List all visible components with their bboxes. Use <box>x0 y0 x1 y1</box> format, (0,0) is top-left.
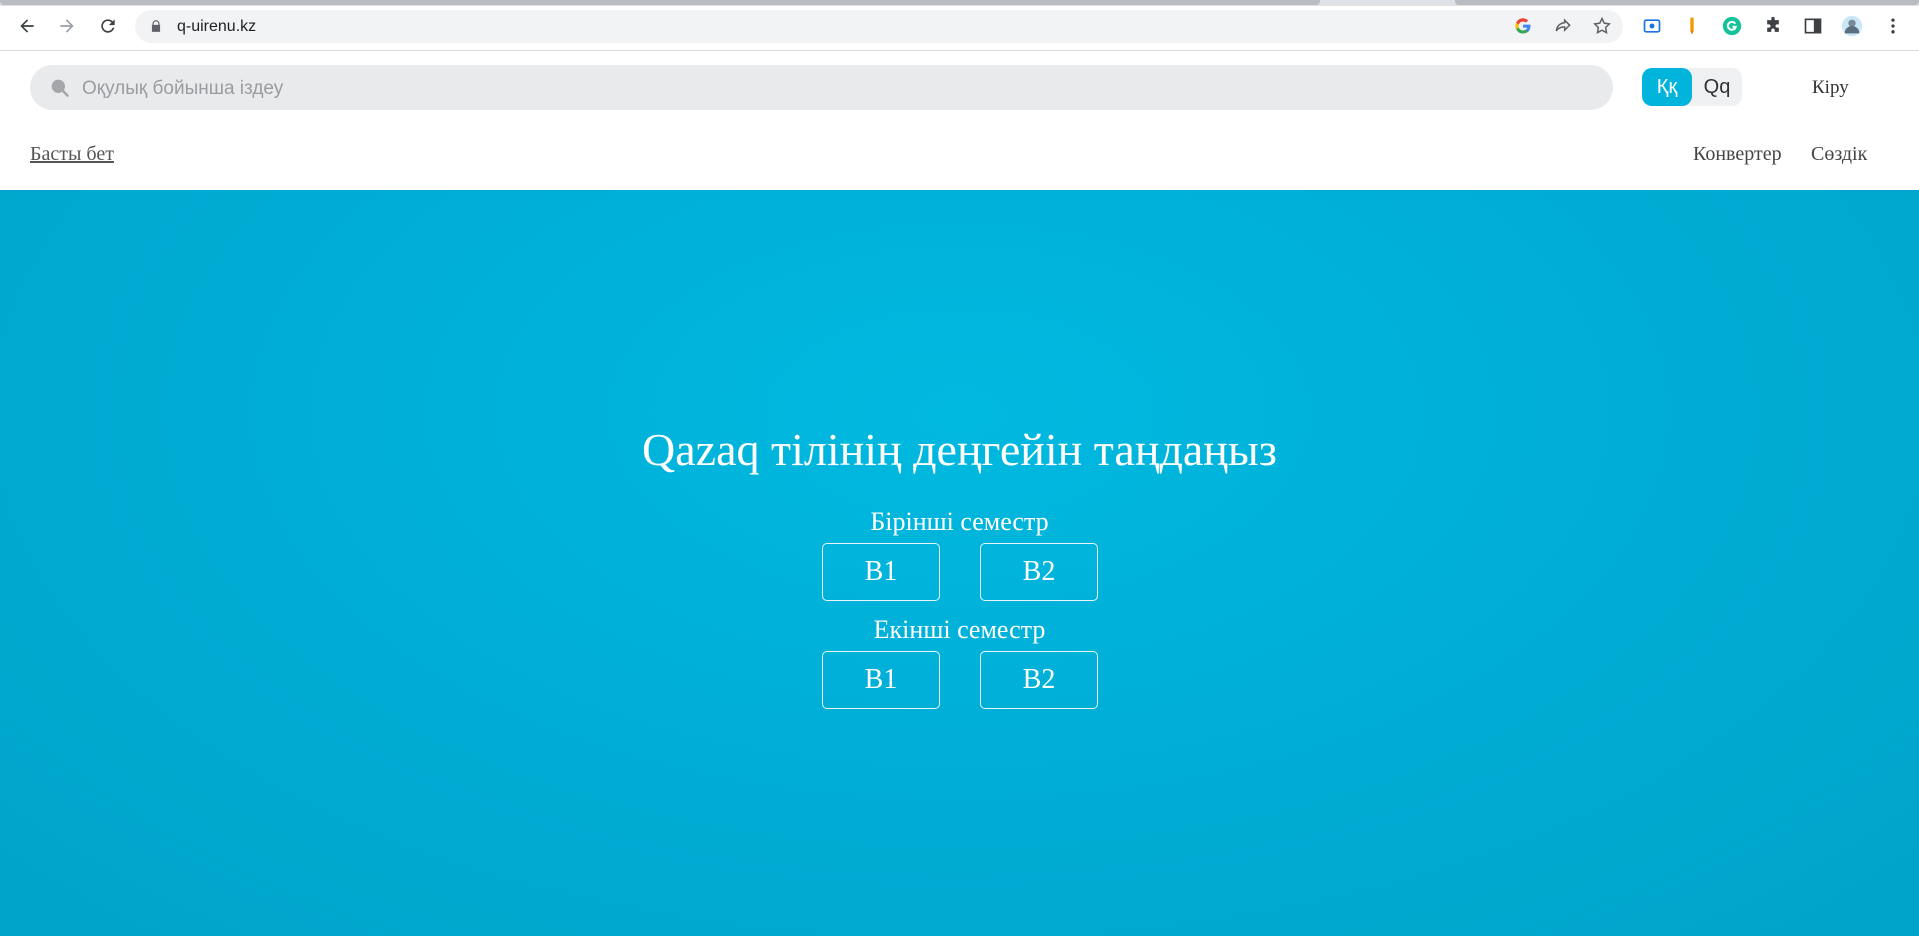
home-link[interactable]: Басты бет <box>30 143 114 166</box>
level-selection-hero: Qazaq тілінің деңгейін таңдаңыз Бірінші … <box>0 190 1919 936</box>
profile-avatar-icon[interactable] <box>1841 15 1863 37</box>
dictionary-link[interactable]: Сөздік <box>1811 143 1867 166</box>
tab-strip <box>0 0 1919 6</box>
reload-icon[interactable] <box>94 12 122 40</box>
site-header: Ққ Qq Кіру Басты бет Конвертер Сөздік <box>0 51 1919 190</box>
back-icon[interactable] <box>13 12 41 40</box>
second-semester-b2-button[interactable]: B2 <box>980 651 1098 709</box>
second-semester-b1-button[interactable]: B1 <box>822 651 940 709</box>
search-input[interactable] <box>80 65 1584 112</box>
first-semester-b1-button[interactable]: B1 <box>822 543 940 601</box>
tab-edge[interactable] <box>1455 0 1919 5</box>
script-toggle: Ққ Qq <box>1642 68 1742 106</box>
cyrillic-script-button[interactable]: Ққ <box>1642 68 1692 106</box>
google-icon[interactable] <box>1513 16 1533 36</box>
second-semester-label: Екінші семестр <box>873 615 1046 644</box>
search-icon <box>51 79 69 97</box>
login-link[interactable]: Кіру <box>1812 77 1849 99</box>
forward-icon[interactable] <box>53 12 81 40</box>
first-semester-b2-button[interactable]: B2 <box>980 543 1098 601</box>
lock-icon[interactable] <box>149 19 163 33</box>
bookmark-star-icon[interactable] <box>1592 16 1612 36</box>
address-bar[interactable]: q-uirenu.kz <box>135 10 1623 43</box>
share-icon[interactable] <box>1553 16 1573 36</box>
active-tab-edge[interactable] <box>0 0 1320 5</box>
grammarly-icon[interactable] <box>1721 15 1743 37</box>
search-bar[interactable] <box>30 65 1613 112</box>
url-text[interactable]: q-uirenu.kz <box>177 18 256 36</box>
latin-script-button[interactable]: Qq <box>1692 68 1742 106</box>
page-title: Qazaq тілінің деңгейін таңдаңыз <box>642 424 1277 475</box>
converter-link[interactable]: Конвертер <box>1693 143 1782 166</box>
side-panel-icon[interactable] <box>1802 15 1824 37</box>
browser-toolbar: q-uirenu.kz <box>0 0 1919 51</box>
extensions-puzzle-icon[interactable] <box>1762 15 1784 37</box>
first-semester-label: Бірінші семестр <box>870 507 1049 536</box>
more-menu-icon[interactable] <box>1882 15 1904 37</box>
pencil-extension-icon[interactable] <box>1681 15 1703 37</box>
screen-capture-extension-icon[interactable] <box>1641 15 1663 37</box>
